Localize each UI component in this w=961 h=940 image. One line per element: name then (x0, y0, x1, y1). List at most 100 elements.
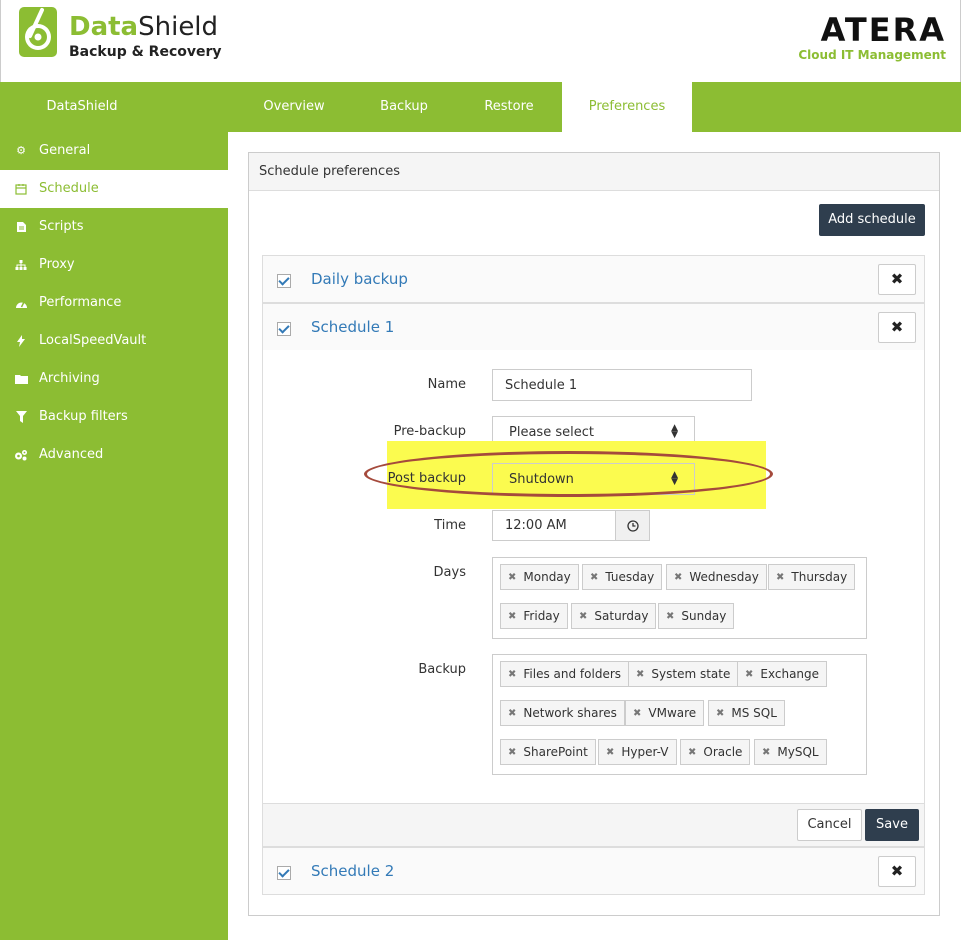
tag-label: Monday (523, 570, 571, 584)
schedule-name-input[interactable]: Schedule 1 (492, 369, 752, 401)
panel-title: Schedule preferences (249, 153, 939, 191)
schedule-row-daily-backup: Daily backup ✖ (262, 255, 925, 303)
sidebar-item-label: Performance (39, 295, 122, 310)
cogs-icon (14, 448, 28, 462)
sidebar-item-performance[interactable]: Performance (0, 284, 228, 322)
day-tag: ✖ Monday (500, 564, 579, 590)
gauge-icon (14, 296, 28, 310)
tag-label: SharePoint (523, 745, 588, 759)
sidebar-item-localspeedvault[interactable]: LocalSpeedVault (0, 322, 228, 360)
day-tag: ✖ Thursday (768, 564, 856, 590)
schedule-name-link[interactable]: Schedule 2 (311, 862, 394, 880)
save-button[interactable]: Save (865, 809, 919, 841)
tab-restore[interactable]: Restore (456, 82, 562, 132)
sidebar-item-archiving[interactable]: Archiving (0, 360, 228, 398)
tag-label: Tuesday (605, 570, 655, 584)
remove-tag-icon[interactable]: ✖ (579, 611, 587, 622)
delete-schedule-button[interactable]: ✖ (878, 264, 916, 295)
tag-label: Friday (523, 609, 560, 623)
tag-label: Oracle (703, 745, 743, 759)
backup-type-tag: ✖ Oracle (680, 739, 751, 765)
day-tag: ✖ Tuesday (582, 564, 663, 590)
tag-label: Network shares (523, 706, 617, 720)
backup-type-tag: ✖ MS SQL (708, 700, 785, 726)
backup-type-tag: ✖ Network shares (500, 700, 625, 726)
tag-label: Wednesday (689, 570, 759, 584)
day-tag: ✖ Saturday (571, 603, 657, 629)
time-input[interactable]: 12:00 AM (492, 510, 616, 541)
remove-tag-icon[interactable]: ✖ (762, 747, 770, 758)
tab-preferences[interactable]: Preferences (562, 82, 692, 132)
sidebar-item-label: Archiving (39, 371, 100, 386)
filter-icon (14, 410, 28, 424)
partner-tagline: Cloud IT Management (798, 48, 946, 62)
sidebar-item-proxy[interactable]: Proxy (0, 246, 228, 284)
delete-schedule-button[interactable]: ✖ (878, 312, 916, 343)
sidebar-item-general[interactable]: ⚙ General (0, 132, 228, 170)
remove-tag-icon[interactable]: ✖ (776, 572, 784, 583)
remove-tag-icon[interactable]: ✖ (745, 669, 753, 680)
name-label: Name (427, 377, 466, 392)
sidebar-item-label: LocalSpeedVault (39, 333, 147, 348)
remove-tag-icon[interactable]: ✖ (688, 747, 696, 758)
delete-schedule-button[interactable]: ✖ (878, 856, 916, 887)
remove-tag-icon[interactable]: ✖ (508, 708, 516, 719)
remove-tag-icon[interactable]: ✖ (508, 747, 516, 758)
document-icon (14, 220, 28, 234)
remove-tag-icon[interactable]: ✖ (590, 572, 598, 583)
tag-label: Exchange (760, 667, 820, 681)
sidebar-item-label: Backup filters (39, 409, 128, 424)
schedule-name-link[interactable]: Schedule 1 (311, 318, 394, 336)
remove-tag-icon[interactable]: ✖ (508, 572, 516, 583)
backup-type-tag: ✖ Hyper-V (598, 739, 677, 765)
remove-tag-icon[interactable]: ✖ (666, 611, 674, 622)
datashield-logo-icon (19, 7, 57, 57)
backup-label: Backup (418, 662, 466, 677)
brand-title: DataShield (69, 12, 218, 42)
brand-title-part-b: Shield (138, 12, 219, 42)
add-schedule-button[interactable]: Add schedule (819, 204, 925, 236)
remove-tag-icon[interactable]: ✖ (716, 708, 724, 719)
sidebar-item-scripts[interactable]: Scripts (0, 208, 228, 246)
gear-icon: ⚙ (16, 144, 26, 157)
tab-backup[interactable]: Backup (352, 82, 456, 132)
nav-home[interactable]: DataShield (0, 82, 164, 132)
remove-tag-icon[interactable]: ✖ (636, 669, 644, 680)
tag-label: Thursday (791, 570, 848, 584)
app-header: DataShield Backup & Recovery ATERA Cloud… (0, 0, 961, 82)
sidebar-item-advanced[interactable]: Advanced (0, 436, 228, 474)
day-tag: ✖ Sunday (658, 603, 735, 629)
remove-tag-icon[interactable]: ✖ (633, 708, 641, 719)
backup-type-tag: ✖ Exchange (737, 661, 828, 687)
remove-tag-icon[interactable]: ✖ (606, 747, 614, 758)
sidebar-item-backup-filters[interactable]: Backup filters (0, 398, 228, 436)
calendar-icon (14, 182, 28, 196)
schedule-enabled-checkbox[interactable] (277, 274, 291, 288)
day-tag: ✖ Wednesday (666, 564, 767, 590)
folder-icon (14, 372, 28, 386)
circle-annotation (364, 451, 773, 497)
sidebar-item-schedule[interactable]: Schedule (0, 170, 228, 208)
sidebar-item-label: Proxy (39, 257, 75, 272)
sidebar-item-label: Schedule (39, 181, 99, 196)
remove-tag-icon[interactable]: ✖ (674, 572, 682, 583)
select-arrows-icon: ▲ ▼ (671, 423, 678, 440)
remove-tag-icon[interactable]: ✖ (508, 611, 516, 622)
clock-picker-button[interactable] (615, 510, 650, 541)
sidebar-item-label: Advanced (39, 447, 104, 462)
days-label: Days (433, 565, 466, 580)
partner-logo: ATERA (820, 11, 946, 49)
brand-title-part-a: Data (69, 12, 139, 42)
schedule-row-schedule-2: Schedule 2 ✖ (262, 847, 925, 895)
pre-backup-selected-value: Please select (509, 424, 594, 440)
schedule-enabled-checkbox[interactable] (277, 322, 291, 336)
tag-label: Sunday (681, 609, 727, 623)
backup-type-tag: ✖ SharePoint (500, 739, 596, 765)
schedule-enabled-checkbox[interactable] (277, 866, 291, 880)
backup-type-tag: ✖ MySQL (754, 739, 827, 765)
tag-label: System state (651, 667, 731, 681)
remove-tag-icon[interactable]: ✖ (508, 669, 516, 680)
schedule-name-link[interactable]: Daily backup (311, 270, 408, 288)
cancel-button[interactable]: Cancel (797, 809, 862, 841)
tab-overview[interactable]: Overview (236, 82, 352, 132)
